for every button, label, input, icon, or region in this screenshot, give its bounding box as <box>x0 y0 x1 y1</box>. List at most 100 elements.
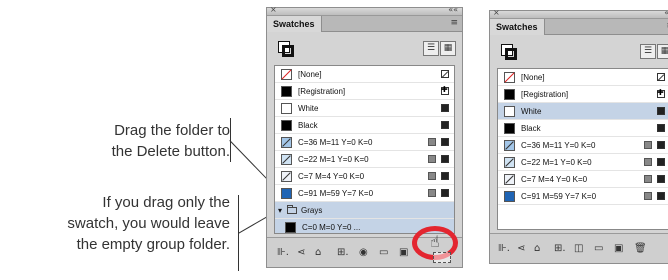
swatch-name: [None] <box>298 70 322 79</box>
show-all-swatches-icon[interactable]: ⊪. <box>498 243 510 255</box>
panel-titlebar: × «« <box>490 8 668 19</box>
swatch-options-icon[interactable]: ⊞. <box>337 247 349 259</box>
process-color-icon <box>657 141 665 149</box>
color-icon[interactable]: ◉ <box>359 247 368 259</box>
grid-view-icon[interactable]: ▦ <box>440 41 456 56</box>
no-edit-icon <box>657 73 665 81</box>
swatch-row-black[interactable]: Black <box>275 117 454 134</box>
swatch-name: C=36 M=11 Y=0 K=0 <box>521 141 596 150</box>
swatch-name: C=22 M=1 Y=0 K=0 <box>521 158 592 167</box>
fill-stroke-icon[interactable] <box>278 41 294 57</box>
disclosure-triangle-icon[interactable]: ▾ <box>278 202 282 219</box>
color-mode-icon <box>428 189 436 197</box>
swatch-name: White <box>521 107 542 116</box>
swatch-row-blue-91[interactable]: C=91 M=59 Y=7 K=0 <box>498 188 668 205</box>
swatch-name: C=7 M=4 Y=0 K=0 <box>521 175 588 184</box>
swatch-chip <box>281 171 292 182</box>
swatch-chip <box>504 191 515 202</box>
swatch-chip <box>281 154 292 165</box>
swatch-name: [Registration] <box>521 90 569 99</box>
list-view-icon[interactable]: ☰ <box>640 44 656 59</box>
process-color-icon <box>657 192 665 200</box>
grid-view-icon[interactable]: ▦ <box>657 44 668 59</box>
collapse-icon[interactable]: «« <box>664 8 668 17</box>
swatch-list: [None] [Registration] White Black C=36 M… <box>274 65 455 234</box>
share-icon[interactable]: ⋖ <box>297 247 305 259</box>
new-group-icon[interactable]: ▭ <box>379 247 388 259</box>
process-color-icon <box>441 121 449 129</box>
tab-swatches[interactable]: Swatches <box>267 16 322 32</box>
swatch-row-cyan-36[interactable]: C=36 M=11 Y=0 K=0 <box>498 137 668 154</box>
share-icon[interactable]: ⋖ <box>517 243 525 255</box>
color-mode-icon <box>428 155 436 163</box>
swatch-chip <box>504 157 515 168</box>
swatch-chip <box>281 120 292 131</box>
panel-menu-icon[interactable]: ≡ <box>450 18 458 28</box>
panel-bottom-toolbar: ⊪. ⋖ ⌂ ⊞. ◫ ▭ ▣ 🗑 <box>490 233 668 263</box>
swatch-chip <box>504 106 515 117</box>
swatch-row-cyan-22[interactable]: C=22 M=1 Y=0 K=0 <box>275 151 454 168</box>
swatch-name: Black <box>521 124 541 133</box>
color-icon[interactable]: ◫ <box>574 243 583 255</box>
swatch-name: [None] <box>521 73 545 82</box>
swatch-name: C=91 M=59 Y=7 K=0 <box>521 192 597 201</box>
color-mode-icon <box>428 172 436 180</box>
swatch-row-registration[interactable]: [Registration] <box>275 83 454 100</box>
stroke-swatch[interactable] <box>505 48 517 60</box>
color-mode-icon <box>428 138 436 146</box>
panel-tabrow: Swatches ≡ <box>267 16 462 32</box>
swatch-row-none[interactable]: [None] <box>275 66 454 83</box>
registration-icon <box>657 88 665 98</box>
process-color-icon <box>657 107 665 115</box>
process-color-icon <box>441 155 449 163</box>
close-icon[interactable]: × <box>493 8 500 17</box>
swatch-name: C=7 M=4 Y=0 K=0 <box>298 172 365 181</box>
new-swatch-icon[interactable]: ▣ <box>399 247 408 259</box>
swatch-row-cyan-36[interactable]: C=36 M=11 Y=0 K=0 <box>275 134 454 151</box>
new-swatch-icon[interactable]: ▣ <box>614 243 623 255</box>
show-all-swatches-icon[interactable]: ⊪. <box>277 247 289 259</box>
process-color-icon <box>441 138 449 146</box>
caption-line: the empty group folder. <box>76 236 230 253</box>
swatch-row-white[interactable]: White <box>275 100 454 117</box>
caption-drag-swatch: If you drag only the swatch, you would l… <box>0 192 230 255</box>
new-group-icon[interactable]: ▭ <box>594 243 603 255</box>
panel-titlebar: × «« <box>267 5 462 16</box>
process-color-icon <box>657 124 665 132</box>
drag-ghost-icon <box>433 252 451 263</box>
swatch-chip <box>281 188 292 199</box>
caption-line: If you drag only the <box>102 194 230 211</box>
swatch-name: Black <box>298 121 318 130</box>
swatch-row-registration[interactable]: [Registration] <box>498 86 668 103</box>
stroke-swatch[interactable] <box>282 45 294 57</box>
swatch-options-icon[interactable]: ⊞. <box>554 243 566 255</box>
no-edit-icon <box>441 70 449 78</box>
swatch-row-cyan-22[interactable]: C=22 M=1 Y=0 K=0 <box>498 154 668 171</box>
list-view-icon[interactable]: ☰ <box>423 41 439 56</box>
swatch-row-black[interactable]: Black <box>498 120 668 137</box>
swatch-list: [None] [Registration] White Black C=36 M… <box>497 68 668 230</box>
swatch-name: C=0 M=0 Y=0 ... <box>302 223 361 232</box>
swatch-row-cyan-7[interactable]: C=7 M=4 Y=0 K=0 <box>498 171 668 188</box>
fill-stroke-icon[interactable] <box>501 44 517 60</box>
swatch-chip <box>281 103 292 114</box>
swatch-row-none[interactable]: [None] <box>498 69 668 86</box>
tab-swatches[interactable]: Swatches <box>490 19 545 35</box>
cloud-icon[interactable]: ⌂ <box>534 243 540 255</box>
color-mode-icon <box>644 175 652 183</box>
close-icon[interactable]: × <box>270 5 277 14</box>
collapse-icon[interactable]: «« <box>448 5 458 14</box>
swatch-row-cyan-7[interactable]: C=7 M=4 Y=0 K=0 <box>275 168 454 185</box>
registration-icon <box>441 85 449 95</box>
swatch-row-white[interactable]: White <box>498 103 668 120</box>
hand-cursor-icon: ☝ <box>430 232 440 251</box>
cloud-icon[interactable]: ⌂ <box>315 247 321 259</box>
color-group-grays[interactable]: ▾ Grays <box>275 202 454 219</box>
swatch-chip <box>504 89 515 100</box>
swatch-chip <box>504 123 515 134</box>
group-name: Grays <box>301 206 323 215</box>
swatch-row-blue-91[interactable]: C=91 M=59 Y=7 K=0 <box>275 185 454 202</box>
swatch-name: White <box>298 104 319 113</box>
delete-swatch-icon[interactable]: 🗑 <box>634 243 647 255</box>
swatch-name: C=22 M=1 Y=0 K=0 <box>298 155 369 164</box>
